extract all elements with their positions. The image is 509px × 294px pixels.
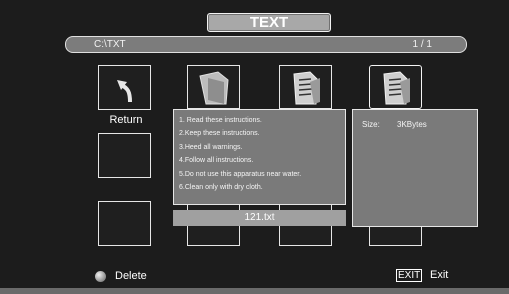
file-info-panel: Size: 3KBytes: [352, 109, 478, 227]
page-title: TEXT: [207, 13, 331, 32]
text-file-icon: [293, 71, 320, 105]
grid-tile[interactable]: [98, 201, 151, 246]
page-indicator: 1 / 1: [412, 39, 432, 50]
selected-text-file-tile[interactable]: [369, 65, 422, 109]
delete-label: Delete: [115, 270, 147, 282]
folder-tile[interactable]: [187, 65, 240, 109]
text-file-icon: [383, 71, 410, 105]
path-bar: C:\TXT 1 / 1: [65, 36, 467, 53]
current-path: C:\TXT: [94, 39, 126, 50]
exit-label: Exit: [430, 269, 449, 281]
size-label: Size:: [362, 120, 380, 129]
preview-line: 5.Do not use this apparatus near water.: [179, 170, 302, 178]
preview-line: 1. Read these instructions.: [179, 117, 262, 124]
grid-tile[interactable]: [98, 133, 151, 178]
return-arrow-icon: [117, 80, 132, 103]
return-tile[interactable]: [98, 65, 151, 110]
grey-button-icon: [95, 271, 106, 282]
text-file-tile[interactable]: [279, 65, 332, 109]
return-label: Return: [109, 114, 143, 126]
preview-line: 4.Follow all instructions.: [179, 157, 254, 165]
exit-key-badge: EXIT: [396, 269, 423, 282]
size-value: 3KBytes: [397, 120, 427, 129]
file-name-label: 121.txt: [173, 210, 346, 226]
preview-line: 6.Clean only with dry cloth.: [179, 184, 263, 192]
preview-line: 2.Keep these instructions.: [179, 130, 260, 138]
text-preview-panel: 1. Read these instructions. 2.Keep these…: [173, 109, 346, 205]
bottom-strip: [0, 288, 509, 294]
folder-icon: [199, 71, 229, 105]
preview-line: 3.Heed all warnings.: [179, 143, 243, 151]
